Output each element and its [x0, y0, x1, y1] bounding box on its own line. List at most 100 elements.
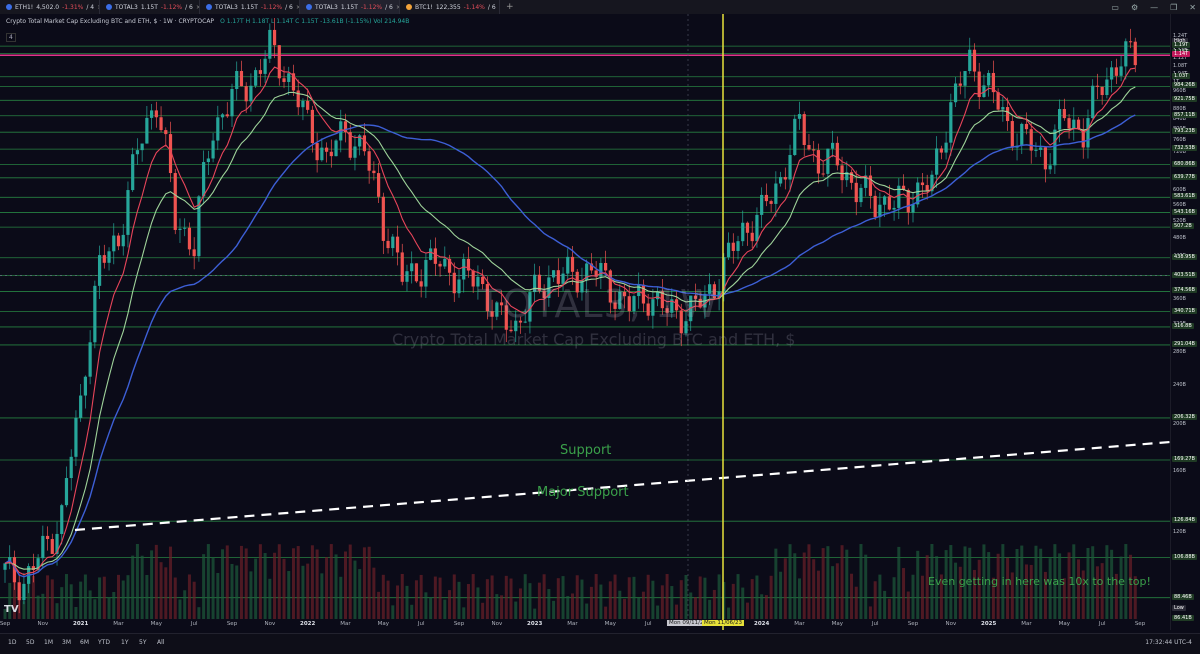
volume-bar [362, 547, 366, 619]
tab-price: 122,355 [435, 3, 461, 11]
tab-symbol: TOTAL3 [315, 3, 338, 11]
candle-body [920, 182, 925, 186]
volume-bar [977, 559, 981, 619]
volume-bar [443, 599, 447, 619]
chart-tab-active[interactable]: TOTAL31.15T-1.12%/ 6× [300, 0, 400, 14]
volume-bar [528, 583, 532, 619]
volume-bar [542, 574, 546, 619]
volume-bar [783, 558, 787, 619]
candle-body [41, 535, 45, 559]
price-axis-label: 1.08T [1173, 62, 1188, 69]
range-button-1d[interactable]: 1D [8, 639, 16, 646]
volume-bar [883, 590, 887, 619]
volume-bar [452, 574, 456, 619]
candle-body [173, 173, 177, 230]
volume-bar [169, 546, 173, 619]
candle-body [604, 262, 608, 271]
candle-body [45, 535, 50, 540]
tab-tail: / 6 [385, 3, 393, 11]
candle-body [102, 255, 106, 263]
minimize-icon[interactable]: — [1150, 3, 1158, 12]
candle-body [3, 563, 7, 570]
volume-bar [547, 589, 551, 619]
range-button-6m[interactable]: 6M [80, 639, 89, 646]
volume-bar [679, 580, 683, 619]
candle-body [778, 177, 783, 184]
volume-bar [575, 575, 579, 619]
range-button-3m[interactable]: 3M [62, 639, 71, 646]
price-tag: 1.03T [1172, 72, 1191, 79]
volume-bar [79, 581, 83, 619]
volume-bar [793, 553, 797, 619]
volume-bar [211, 557, 215, 619]
candle-body [220, 114, 225, 118]
settings-icon[interactable]: ⚙ [1131, 3, 1138, 12]
chart-tab[interactable]: TOTAL31.15T-1.12%/ 6× [100, 0, 200, 14]
range-button-5d[interactable]: 5D [26, 639, 34, 646]
layout-icon[interactable]: ▭ [1111, 3, 1119, 12]
volume-bar [386, 580, 390, 619]
candle-body [287, 73, 291, 82]
candle-body [911, 204, 915, 213]
volume-bar [523, 574, 527, 619]
candle-body [353, 146, 357, 158]
candle-body [164, 130, 168, 135]
candle-body [410, 263, 414, 272]
time-axis[interactable]: Sep Nov 2021 Mar May Jul Sep Nov 2022 Mar May Jul Se… [0, 619, 1170, 631]
volume-bar [348, 544, 352, 619]
range-button-5y[interactable]: 5Y [139, 639, 146, 646]
candle-body [887, 196, 891, 210]
chart-tab[interactable]: TOTAL31.15T-1.12%/ 6× [200, 0, 300, 14]
volume-bar [268, 578, 272, 619]
candle-body [797, 114, 802, 119]
volume-bar [448, 590, 452, 619]
volume-bar [419, 574, 423, 619]
volume-bar [1029, 564, 1033, 619]
volume-bar [552, 600, 556, 619]
candle-body [249, 85, 253, 102]
indicator-count[interactable]: 4 [6, 33, 16, 42]
close-window-icon[interactable]: ✕ [1189, 3, 1196, 12]
volume-bar [329, 544, 333, 619]
candle-body [192, 249, 196, 257]
volume-bar [755, 575, 759, 619]
candle-body [570, 256, 575, 272]
volume-bar [249, 571, 253, 619]
volume-bar [750, 579, 754, 619]
candle-body [1043, 147, 1048, 170]
volume-bar [154, 544, 158, 619]
new-tab-button[interactable]: + [500, 2, 520, 12]
candle-body [258, 70, 262, 74]
candle-body [958, 83, 962, 86]
candle-body [414, 263, 419, 282]
crypto-icon [106, 4, 112, 10]
volume-bar [840, 545, 844, 619]
candle-body [1010, 121, 1014, 148]
maximize-icon[interactable]: ❐ [1170, 3, 1177, 12]
chart-tab[interactable]: BTC1!122,355-1.14%/ 6× [400, 0, 500, 14]
time-axis-label: Mar [794, 621, 805, 627]
range-button-1m[interactable]: 1M [44, 639, 53, 646]
volume-bar [798, 578, 801, 619]
chart-tab[interactable]: ETH1!4,502.0-1.31%/ 4× [0, 0, 100, 14]
price-tag: 340.71B [1172, 307, 1197, 314]
symbol-title[interactable]: Crypto Total Market Cap Excluding BTC an… [6, 18, 214, 25]
volume-bar [221, 549, 225, 619]
range-button-all[interactable]: All [157, 639, 164, 646]
volume-bar [812, 559, 816, 619]
volume-bar [358, 569, 362, 619]
price-axis[interactable]: 1.24T1.20T1.16T1.12T1.08T1.04T1T960B920B… [1170, 14, 1200, 630]
range-button-ytd[interactable]: YTD [98, 639, 110, 646]
volume-bar [315, 549, 319, 619]
volume-bar [1006, 557, 1010, 619]
range-button-1y[interactable]: 1Y [121, 639, 128, 646]
volume-bar [344, 551, 347, 619]
volume-bar [145, 574, 149, 619]
volume-bar [287, 571, 291, 619]
volume-bar [187, 574, 191, 619]
candle-body [764, 194, 768, 202]
time-axis-label: Jul [417, 621, 425, 627]
volume-bar [831, 566, 835, 619]
volume-bar [897, 546, 901, 619]
volume-bar [693, 596, 697, 619]
